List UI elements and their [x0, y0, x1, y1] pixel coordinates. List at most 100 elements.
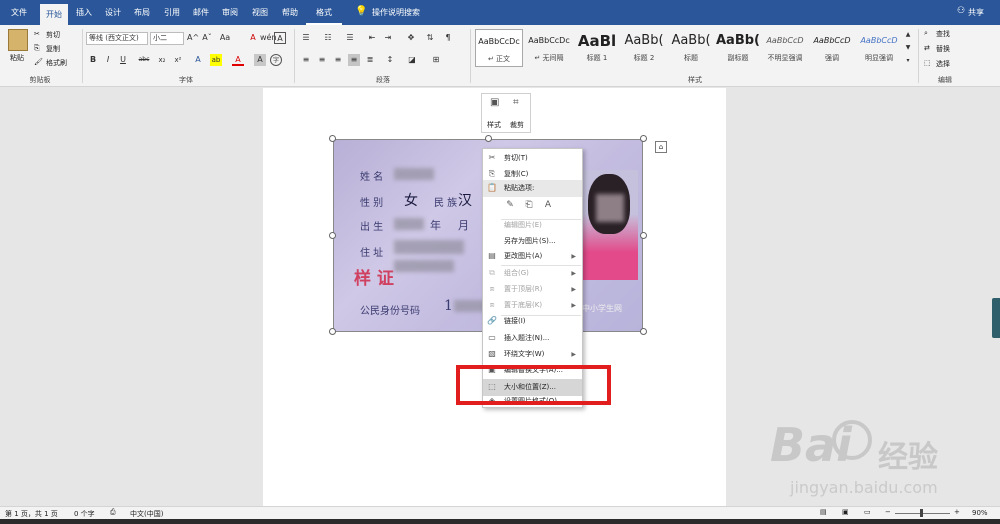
tab-help[interactable]: 帮助: [276, 0, 304, 25]
pinyin-icon[interactable]: wén: [260, 32, 277, 44]
shrink-font-icon[interactable]: Aˇ: [201, 32, 213, 44]
style-subtitle[interactable]: AaBb( 副标题: [714, 29, 762, 67]
copy-button[interactable]: 复制: [46, 44, 60, 54]
style-heading-2[interactable]: AaBb( 标题 2: [620, 29, 668, 67]
menu-item-insert-caption[interactable]: ▭ 插入题注(N)...: [483, 330, 582, 347]
highlight-button[interactable]: ab: [210, 54, 222, 66]
word-count[interactable]: 0 个字: [74, 509, 95, 519]
zoom-out-icon[interactable]: −: [885, 508, 891, 516]
distributed-icon[interactable]: ≣: [364, 54, 376, 66]
page-count[interactable]: 第 1 页，共 1 页: [5, 509, 58, 519]
style-emphasis[interactable]: AaBbCcD 强调: [808, 29, 856, 67]
resize-handle[interactable]: [640, 328, 647, 335]
styles-scroll-up-icon[interactable]: ▲: [902, 29, 914, 41]
language-status[interactable]: 中文(中国): [130, 509, 163, 519]
web-layout-icon[interactable]: ▭: [864, 508, 871, 516]
multilevel-list-icon[interactable]: ☰: [344, 32, 356, 44]
justify-icon[interactable]: ≡: [348, 54, 360, 66]
style-title[interactable]: AaBb( 标题: [667, 29, 715, 67]
increase-indent-icon[interactable]: ⇥: [382, 32, 394, 44]
align-left-icon[interactable]: ≡: [300, 54, 312, 66]
bold-button[interactable]: B: [87, 54, 99, 66]
print-layout-icon[interactable]: ▣: [842, 508, 849, 516]
zoom-in-icon[interactable]: +: [954, 508, 960, 516]
font-name-dropdown[interactable]: 等线 (西文正文): [86, 32, 148, 45]
read-mode-icon[interactable]: ▤: [820, 508, 827, 516]
zoom-slider-thumb[interactable]: [920, 509, 923, 517]
tab-format[interactable]: 格式: [306, 0, 342, 25]
menu-item-change-picture[interactable]: ▤ 更改图片(A) ▶: [483, 248, 582, 265]
paste-button[interactable]: 粘贴: [10, 53, 24, 63]
char-border-icon[interactable]: A: [274, 32, 286, 44]
tab-view[interactable]: 视图: [246, 0, 274, 25]
sort-icon[interactable]: ⇅: [424, 32, 436, 44]
resize-handle[interactable]: [640, 135, 647, 142]
picture-style-button[interactable]: 样式: [487, 120, 501, 130]
align-center-icon[interactable]: ≡: [316, 54, 328, 66]
underline-button[interactable]: U: [117, 54, 129, 66]
picture-style-icon[interactable]: ▣: [490, 97, 499, 108]
subscript-button[interactable]: x₂: [156, 54, 168, 66]
change-case-icon[interactable]: Aa: [219, 32, 231, 44]
tab-insert[interactable]: 插入: [70, 0, 98, 25]
resize-handle[interactable]: [640, 232, 647, 239]
decrease-indent-icon[interactable]: ⇤: [366, 32, 378, 44]
resize-handle[interactable]: [485, 135, 492, 142]
text-effects-icon[interactable]: A: [192, 54, 204, 66]
italic-button[interactable]: I: [102, 54, 114, 66]
clear-format-icon[interactable]: A: [247, 32, 259, 44]
align-right-icon[interactable]: ≡: [332, 54, 344, 66]
line-spacing-icon[interactable]: ↕: [384, 54, 396, 66]
tab-design[interactable]: 设计: [99, 0, 127, 25]
tab-layout[interactable]: 布局: [128, 0, 156, 25]
share-button[interactable]: 共享: [968, 0, 984, 25]
enclose-char-button[interactable]: 字: [270, 54, 282, 66]
paragraph-shading-icon[interactable]: ◪: [406, 54, 418, 66]
layout-options-icon[interactable]: ⌂: [655, 141, 667, 153]
chinese-layout-icon[interactable]: ✥: [405, 32, 417, 44]
paste-text-only-icon[interactable]: A: [541, 200, 555, 214]
tab-review[interactable]: 审阅: [216, 0, 244, 25]
grow-font-icon[interactable]: A^: [187, 32, 199, 44]
select-button[interactable]: 选择: [936, 59, 950, 69]
font-color-button[interactable]: A: [232, 54, 244, 66]
crop-button[interactable]: 裁剪: [510, 120, 524, 130]
paste-keep-format-icon[interactable]: ✎: [503, 200, 517, 214]
resize-handle[interactable]: [329, 135, 336, 142]
tab-home[interactable]: 开始: [40, 4, 68, 25]
resize-handle[interactable]: [329, 232, 336, 239]
paste-merge-icon[interactable]: ⎗: [522, 200, 536, 214]
show-marks-icon[interactable]: ¶: [442, 32, 454, 44]
style-no-spacing[interactable]: AaBbCcDc ↵ 无间隔: [525, 29, 573, 67]
tab-file[interactable]: 文件: [2, 0, 36, 25]
style-subtle-emphasis[interactable]: AaBbCcD 不明显强调: [761, 29, 809, 67]
borders-icon[interactable]: ⊞: [430, 54, 442, 66]
superscript-button[interactable]: x²: [172, 54, 184, 66]
style-normal[interactable]: AaBbCcDc ↵ 正文: [475, 29, 523, 67]
zoom-level[interactable]: 90%: [972, 509, 988, 517]
styles-more-icon[interactable]: ▾: [902, 55, 914, 67]
replace-button[interactable]: 替换: [936, 44, 950, 54]
style-intense-emphasis[interactable]: AaBbCcD 明显强调: [855, 29, 903, 67]
style-heading-1[interactable]: AaBl 标题 1: [573, 29, 621, 67]
numbering-icon[interactable]: ☷: [322, 32, 334, 44]
menu-item-cut[interactable]: ✂ 剪切(T): [483, 150, 582, 167]
tab-references[interactable]: 引用: [158, 0, 186, 25]
styles-scroll-down-icon[interactable]: ▼: [902, 42, 914, 54]
paste-icon[interactable]: [8, 29, 28, 51]
side-panel-tab[interactable]: [992, 298, 1000, 338]
bullets-icon[interactable]: ☰: [300, 32, 312, 44]
tab-mailings[interactable]: 邮件: [187, 0, 215, 25]
cut-button[interactable]: 剪切: [46, 30, 60, 40]
proofing-icon[interactable]: ⎙: [110, 508, 116, 517]
strikethrough-button[interactable]: abc: [136, 54, 152, 66]
find-button[interactable]: 查找: [936, 29, 950, 39]
format-painter-button[interactable]: 格式刷: [46, 58, 67, 68]
menu-item-wrap-text[interactable]: ▧ 环绕文字(W) ▶: [483, 346, 582, 363]
tell-me-search[interactable]: 操作说明搜索: [372, 0, 420, 25]
crop-icon[interactable]: ⌗: [513, 97, 519, 108]
font-size-dropdown[interactable]: 小二: [150, 32, 184, 45]
char-shading-button[interactable]: A: [254, 54, 266, 66]
menu-item-link[interactable]: 🔗 链接(I): [483, 313, 582, 330]
resize-handle[interactable]: [329, 328, 336, 335]
